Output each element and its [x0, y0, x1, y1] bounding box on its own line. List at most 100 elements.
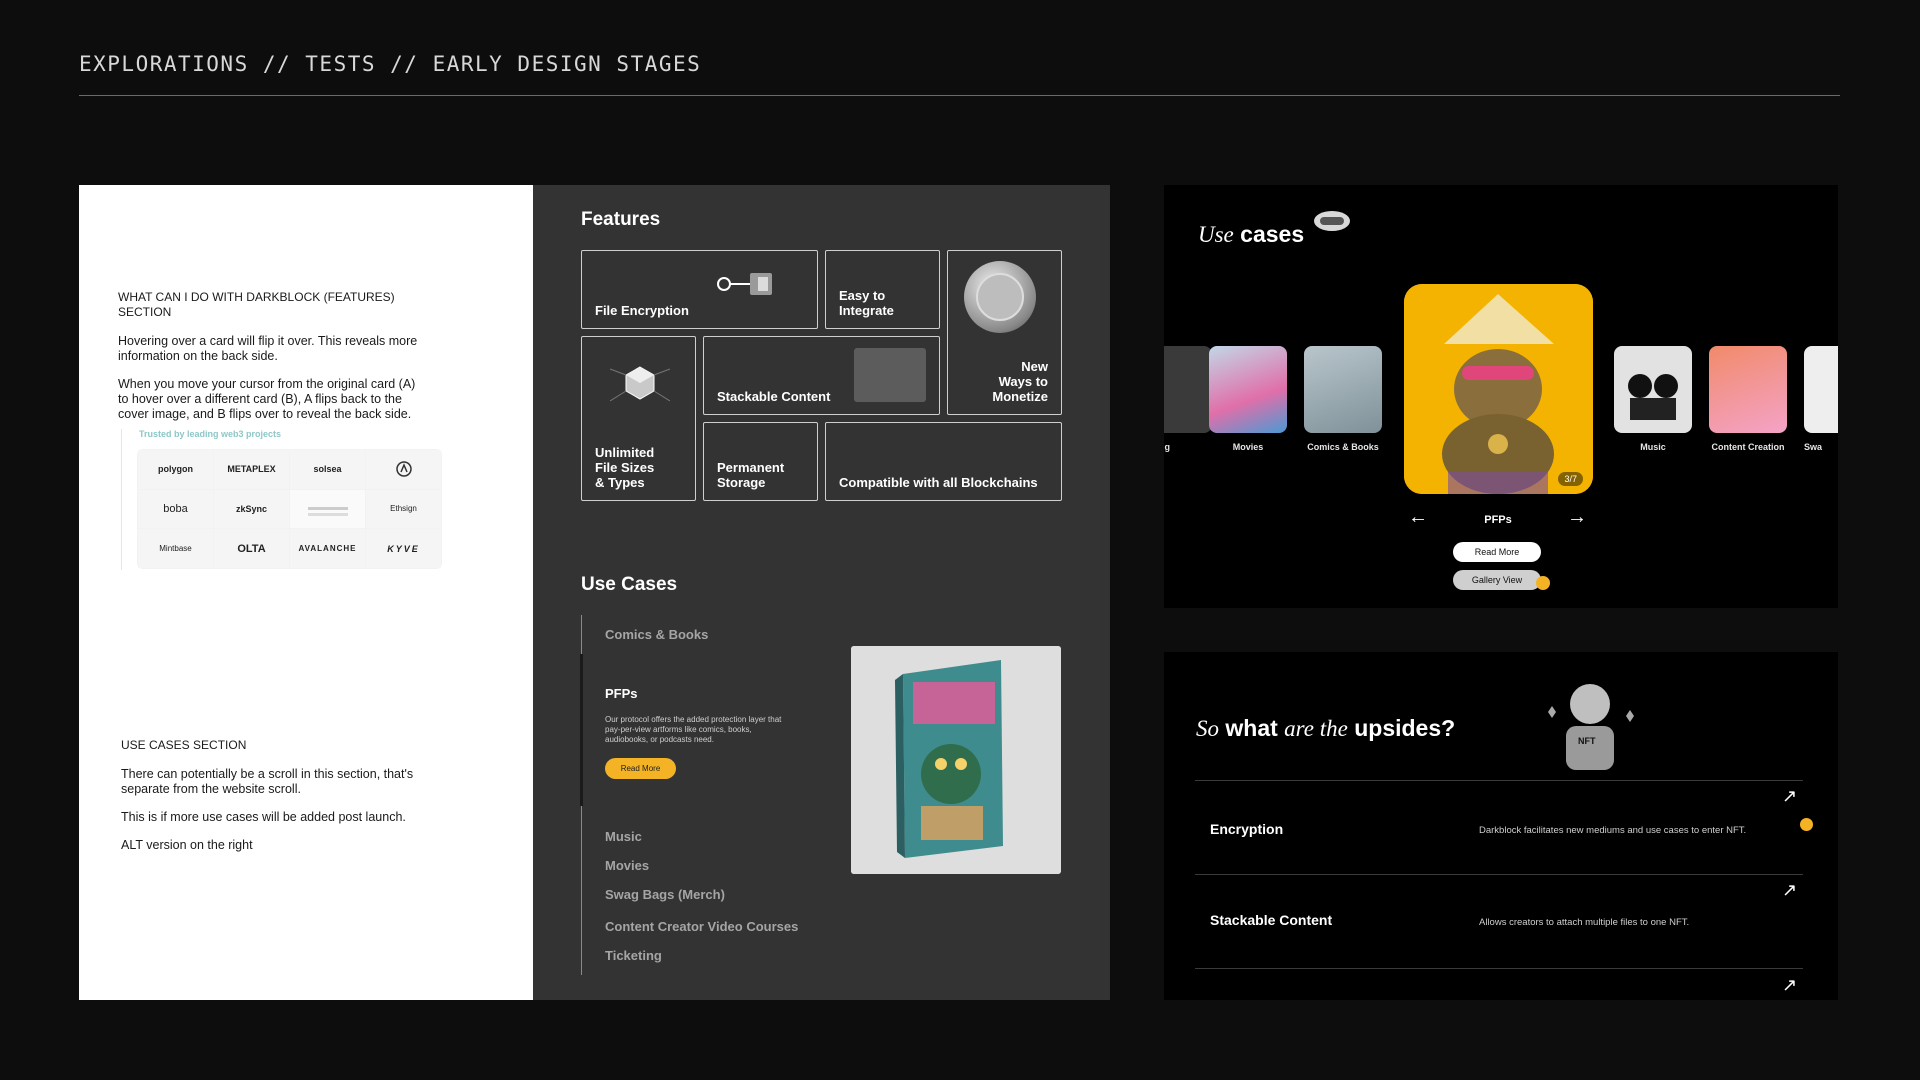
carousel-thumb[interactable]	[1614, 346, 1692, 433]
upsides-title-part2: what	[1225, 715, 1278, 741]
use-case-video-courses[interactable]: Content Creator Video Courses	[605, 919, 798, 934]
carousel-thumb[interactable]	[1709, 346, 1787, 433]
arrow-up-right-icon[interactable]: ↗	[1782, 880, 1797, 901]
cursor-indicator-icon	[1536, 576, 1550, 590]
features-note-p2: When you move your cursor from the origi…	[118, 377, 416, 421]
cursor-indicator-icon	[1800, 818, 1813, 831]
feature-card-unlimited[interactable]: Unlimited File Sizes & Types	[581, 336, 696, 501]
use-case-ticketing[interactable]: Ticketing	[605, 948, 662, 963]
use-case-music[interactable]: Music	[605, 829, 642, 844]
feature-label: Permanent Storage	[717, 460, 785, 490]
carousel-title: Use cases	[1198, 221, 1304, 248]
arrow-up-right-icon[interactable]: ↗	[1782, 786, 1797, 807]
use-case-active-title: PFPs	[605, 686, 638, 701]
carousel-thumb[interactable]	[1164, 346, 1212, 433]
use-cases-note: USE CASES SECTION There can potentially …	[121, 738, 431, 866]
logo-ethsign: Ethsign	[366, 489, 441, 529]
pfp-ape-illustration	[1404, 284, 1593, 494]
upsides-divider	[1195, 874, 1803, 875]
key-icon	[714, 267, 778, 301]
carousel-read-more-button[interactable]: Read More	[1453, 542, 1541, 562]
coin-inner	[976, 273, 1024, 321]
carousel-current-label: PFPs	[1484, 514, 1512, 526]
carousel-prev-arrow[interactable]: ←	[1408, 506, 1428, 529]
upsides-title-part1: So	[1196, 716, 1219, 741]
carousel-pager: 3/7	[1558, 472, 1583, 486]
coin-icon	[964, 261, 1036, 333]
stackable-image	[854, 348, 926, 402]
feature-label: Stackable Content	[717, 389, 831, 404]
upside-row-title: Encryption	[1210, 821, 1284, 837]
trusted-logos-preview: Trusted by leading web3 projects polygon…	[121, 429, 442, 570]
use-case-movies[interactable]: Movies	[605, 858, 649, 873]
features-title: Features	[581, 209, 661, 230]
music-thumb-illustration	[1628, 374, 1678, 420]
use-cases-note-p1: There can potentially be a scroll in thi…	[121, 767, 414, 796]
logo-zksync: zkSync	[214, 489, 289, 529]
use-case-comics[interactable]: Comics & Books	[605, 627, 708, 642]
trusted-title: Trusted by leading web3 projects	[139, 429, 282, 439]
upsides-mockup: So what are the upsides? NFT Encryption …	[1164, 652, 1838, 1000]
feature-card-compatible[interactable]: Compatible with all Blockchains	[825, 422, 1062, 501]
page-title: EXPLORATIONS // TESTS // EARLY DESIGN ST…	[79, 52, 702, 76]
features-mockup: Features File Encryption Easy to Integra…	[533, 185, 1110, 1000]
use-cases-active-indicator	[580, 654, 583, 806]
logo-placeholder	[290, 489, 365, 529]
upsides-title: So what are the upsides?	[1196, 715, 1455, 742]
logo-mintbase: Mintbase	[138, 529, 213, 568]
feature-label: File Encryption	[595, 303, 689, 318]
logo-arweave-icon	[366, 450, 441, 489]
feature-card-permanent[interactable]: Permanent Storage	[703, 422, 818, 501]
mascot-nft-badge: NFT	[1578, 736, 1596, 746]
feature-label: Compatible with all Blockchains	[839, 475, 1038, 490]
upside-row-desc: Darkblock facilitates new mediums and us…	[1479, 825, 1747, 836]
use-case-active-desc: Our protocol offers the added protection…	[605, 715, 782, 744]
feature-label: Unlimited File Sizes & Types	[595, 445, 655, 490]
carousel-thumb-label: Comics & Books	[1307, 442, 1379, 452]
logo-metaplex: METAPLEX	[214, 450, 289, 489]
carousel-title-italic: Use	[1198, 222, 1234, 247]
carousel-gallery-view-button[interactable]: Gallery View	[1453, 570, 1541, 590]
carousel-thumb-label: Music	[1640, 442, 1666, 452]
feature-card-file-encryption[interactable]: File Encryption	[581, 250, 818, 329]
use-cases-note-p3: ALT version on the right	[121, 838, 253, 852]
logo-olta: OLTA	[214, 529, 289, 568]
logo-polygon: polygon	[138, 450, 213, 489]
logo-kyve: KYVE	[366, 529, 441, 568]
upsides-divider	[1195, 968, 1803, 969]
carousel-thumb[interactable]	[1209, 346, 1287, 433]
carousel-thumb[interactable]	[1304, 346, 1382, 433]
upsides-divider	[1195, 780, 1803, 781]
use-cases-carousel-mockup: Use cases ing Movies Comics & Books 3/7 …	[1164, 185, 1838, 608]
logo-solsea: solsea	[290, 450, 365, 489]
logo-boba: boba	[138, 489, 213, 529]
placeholder-lines	[307, 507, 348, 511]
feature-card-stackable[interactable]: Stackable Content	[703, 336, 940, 415]
features-note-heading: WHAT CAN I DO WITH DARKBLOCK (features) …	[118, 290, 395, 319]
carousel-thumb-label: Content Creation	[1711, 442, 1785, 452]
header-divider	[79, 95, 1840, 96]
carousel-thumb-label: ing	[1164, 442, 1170, 452]
notes-panel: WHAT CAN I DO WITH DARKBLOCK (features) …	[79, 185, 533, 1000]
feature-label: Easy to Integrate	[839, 288, 894, 318]
feature-card-new-ways[interactable]: New Ways to Monetize	[947, 250, 1062, 415]
mascot-illustration: NFT	[1542, 672, 1638, 770]
feature-card-easy-integrate[interactable]: Easy to Integrate	[825, 250, 940, 329]
features-note-p1: Hovering over a card will flip it over. …	[118, 334, 418, 363]
use-cases-note-heading: USE CASES SECTION	[121, 738, 247, 752]
comic-book-illustration	[851, 646, 1061, 874]
comic-book-image	[851, 646, 1061, 874]
use-case-swag[interactable]: Swag Bags (Merch)	[605, 887, 725, 902]
vr-headset-icon	[1310, 201, 1354, 237]
logo-avalanche: AVALANCHE	[290, 529, 365, 568]
carousel-thumb[interactable]	[1804, 346, 1838, 433]
feature-label: New Ways to Monetize	[992, 359, 1048, 404]
arrow-up-right-icon[interactable]: ↗	[1782, 975, 1797, 996]
use-cases-title: Use Cases	[581, 574, 678, 595]
upside-row-title: Stackable Content	[1210, 912, 1333, 928]
upsides-title-part3: are the	[1284, 716, 1348, 741]
read-more-button[interactable]: Read More	[605, 758, 676, 779]
carousel-next-arrow[interactable]: →	[1567, 506, 1587, 529]
upsides-title-part4: upsides?	[1354, 715, 1456, 741]
carousel-main-card[interactable]: 3/7	[1404, 284, 1593, 494]
